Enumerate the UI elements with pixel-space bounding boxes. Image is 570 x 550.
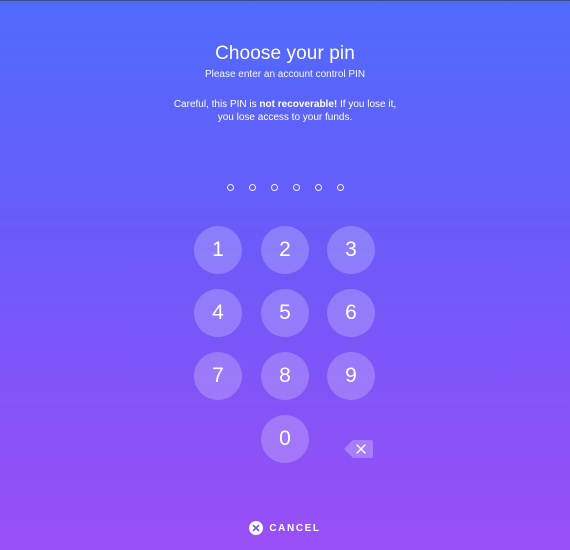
keypad-key-4[interactable]: 4 [194,289,242,337]
keypad-key-7[interactable]: 7 [194,352,242,400]
page-subtitle: Please enter an account control PIN [204,69,366,80]
keypad-key-1[interactable]: 1 [194,226,242,274]
pin-dot [314,184,322,191]
pin-dot [248,184,256,191]
keypad-key-2[interactable]: 2 [261,226,309,274]
pin-dot [292,184,300,191]
backspace-button[interactable] [344,440,373,458]
cancel-label: CANCEL [269,522,321,534]
page-title: Choose your pin [215,43,355,64]
backspace-icon [344,440,373,458]
keypad-key-8[interactable]: 8 [261,352,309,400]
keypad-key-5[interactable]: 5 [261,289,309,337]
keypad-key-0[interactable]: 0 [261,415,309,463]
keypad-key-9[interactable]: 9 [327,352,375,400]
cancel-button[interactable]: CANCEL [0,521,570,535]
pin-setup-screen: Choose your pin Please enter an account … [0,0,570,550]
pin-dot [336,184,344,191]
close-circle-icon [249,521,264,535]
warning-prefix: Careful, this PIN is [173,99,260,110]
keypad-key-6[interactable]: 6 [327,289,375,337]
warning-line-2: you lose access to your funds. [217,112,353,123]
warning-line-1: Careful, this PIN is not recoverable! If… [0,98,570,111]
warning-suffix: If you lose it, [337,99,397,110]
pin-indicator [0,184,570,191]
keypad-key-3[interactable]: 3 [327,226,375,274]
warning-emphasis: not recoverable! [259,99,338,110]
pin-dot [226,184,234,191]
recovery-warning: Careful, this PIN is not recoverable! If… [0,98,570,124]
pin-dot [270,184,278,191]
